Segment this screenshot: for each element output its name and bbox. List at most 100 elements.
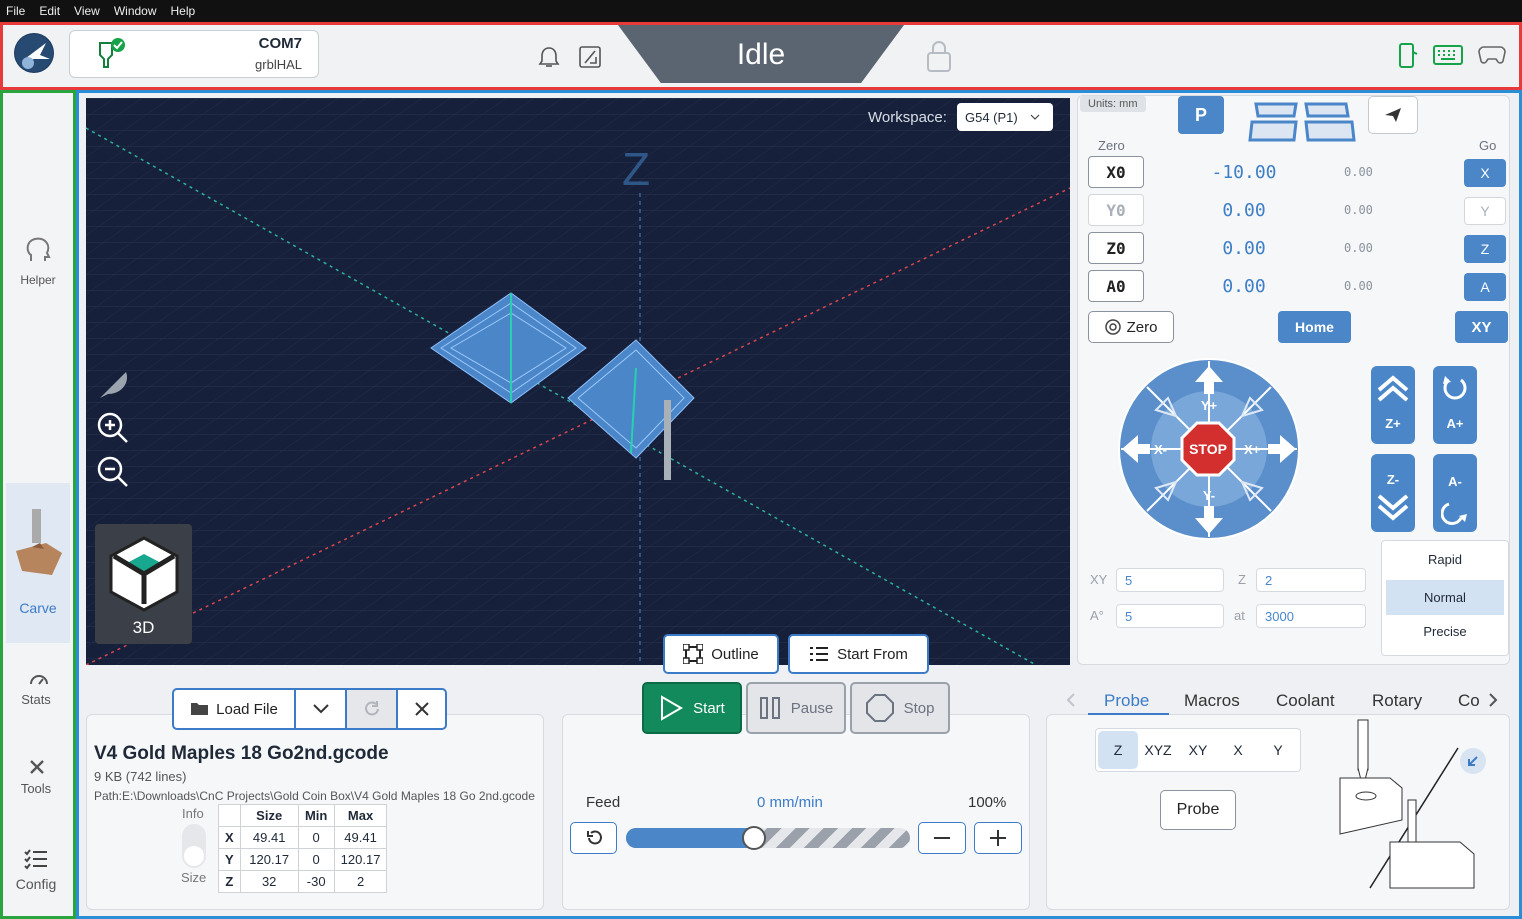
go-a-button[interactable]: A bbox=[1464, 273, 1506, 301]
menu-view[interactable]: View bbox=[74, 4, 100, 18]
tabs-scroll-right-icon[interactable] bbox=[1488, 692, 1498, 708]
table-cell: Y bbox=[218, 848, 241, 871]
feed-increase-button[interactable] bbox=[974, 822, 1022, 854]
keyboard-icon[interactable] bbox=[1433, 45, 1463, 65]
recent-files-dropdown[interactable] bbox=[294, 688, 347, 730]
port-label: COM7 bbox=[258, 35, 302, 52]
jog-z-minus-button[interactable]: Z- bbox=[1371, 454, 1415, 532]
table-header: Max bbox=[333, 804, 388, 827]
jog-x-plus-button[interactable]: X+ bbox=[1242, 432, 1300, 466]
feed-slider-knob[interactable] bbox=[741, 826, 766, 850]
tab-coolant[interactable]: Coolant bbox=[1276, 691, 1335, 711]
jog-a-input[interactable]: 5 bbox=[1116, 604, 1224, 628]
probe-axis-x[interactable]: X bbox=[1218, 731, 1258, 769]
firmware-label: grblHAL bbox=[255, 57, 302, 72]
view-3d-label: 3D bbox=[132, 618, 155, 637]
send-button[interactable] bbox=[1368, 96, 1418, 134]
zero-y-button[interactable]: Y0 bbox=[1088, 194, 1144, 226]
pause-button[interactable]: Pause bbox=[746, 682, 846, 734]
app-logo-icon[interactable] bbox=[14, 33, 54, 73]
probe-axis-y[interactable]: Y bbox=[1258, 731, 1298, 769]
jog-z-plus-button[interactable]: Z+ bbox=[1371, 366, 1415, 444]
helper-icon bbox=[26, 237, 51, 261]
nav-stats[interactable]: Stats bbox=[3, 670, 73, 710]
p-button[interactable]: P bbox=[1178, 96, 1224, 134]
tab-probe[interactable]: Probe bbox=[1104, 691, 1149, 711]
tabs-scroll-left-icon[interactable] bbox=[1066, 692, 1076, 708]
zoom-in-icon[interactable] bbox=[96, 411, 130, 445]
load-file-button[interactable]: Load File bbox=[172, 688, 296, 730]
arrow-left-icon bbox=[1122, 435, 1150, 463]
jog-y-plus-button[interactable]: Y+ bbox=[1184, 362, 1234, 420]
tool-change-icon[interactable] bbox=[578, 45, 602, 69]
jog-a-minus-label: A- bbox=[1448, 474, 1462, 489]
nav-config[interactable]: Config bbox=[3, 848, 73, 892]
jog-x-minus-button[interactable]: X- bbox=[1120, 432, 1176, 466]
connection-card[interactable]: COM7 grblHAL bbox=[69, 30, 319, 78]
probe-axis-xyz[interactable]: XYZ bbox=[1138, 731, 1178, 769]
zero-a-button[interactable]: A0 bbox=[1088, 270, 1144, 302]
menu-help[interactable]: Help bbox=[171, 4, 196, 18]
bell-icon[interactable] bbox=[538, 45, 560, 69]
close-file-button[interactable] bbox=[396, 688, 447, 730]
status-label: Idle bbox=[736, 38, 786, 71]
nav-carve[interactable]: Carve bbox=[6, 483, 70, 643]
3d-viewport[interactable]: Z Workspace: G54 (P1) 3D bbox=[86, 98, 1070, 665]
start-from-button[interactable]: Start From bbox=[788, 634, 929, 674]
jog-y-minus-button[interactable]: Y- bbox=[1184, 484, 1234, 540]
stop-button[interactable]: Stop bbox=[850, 682, 950, 734]
feed-slider[interactable] bbox=[626, 828, 910, 848]
go-z-button[interactable]: Z bbox=[1464, 235, 1506, 263]
reload-file-button[interactable] bbox=[345, 688, 398, 730]
tab-macros[interactable]: Macros bbox=[1184, 691, 1240, 711]
start-button[interactable]: Start bbox=[642, 682, 742, 734]
zero-x-button[interactable]: X0 bbox=[1088, 156, 1144, 188]
double-chevron-down-icon bbox=[1377, 494, 1409, 521]
probe-axis-z[interactable]: Z bbox=[1098, 731, 1138, 769]
jog-a-minus-button[interactable]: A- bbox=[1433, 454, 1477, 532]
reset-icon bbox=[586, 830, 602, 845]
go-xy-button[interactable]: XY bbox=[1455, 311, 1508, 343]
feed-decrease-button[interactable] bbox=[918, 822, 966, 854]
gamepad-icon[interactable] bbox=[1478, 45, 1506, 65]
go-x-button[interactable]: X bbox=[1464, 159, 1506, 187]
go-y-button[interactable]: Y bbox=[1464, 197, 1506, 225]
lock-icon[interactable] bbox=[925, 38, 953, 74]
table-header bbox=[218, 804, 241, 827]
probe-collapse-button[interactable] bbox=[1460, 748, 1486, 774]
menu-edit[interactable]: Edit bbox=[39, 4, 60, 18]
a-work-coord: 0.00 bbox=[1222, 276, 1266, 297]
table-cell: 2 bbox=[333, 870, 388, 893]
feather-icon[interactable] bbox=[96, 366, 132, 402]
feed-reset-button[interactable] bbox=[570, 822, 617, 854]
probe-button[interactable]: Probe bbox=[1160, 790, 1236, 830]
feed-slider-fill bbox=[626, 828, 754, 848]
jog-a-plus-button[interactable]: A+ bbox=[1433, 366, 1477, 444]
probe-axis-xy[interactable]: XY bbox=[1178, 731, 1218, 769]
speed-precise[interactable]: Precise bbox=[1386, 624, 1504, 639]
outline-label: Outline bbox=[711, 645, 759, 663]
jog-xy-input[interactable]: 5 bbox=[1116, 568, 1224, 592]
info-size-toggle[interactable] bbox=[182, 824, 206, 868]
speed-normal[interactable]: Normal bbox=[1386, 580, 1504, 615]
tab-overflow[interactable]: Co bbox=[1458, 691, 1480, 711]
jog-feed-input[interactable]: 3000 bbox=[1256, 604, 1366, 628]
jog-z-input[interactable]: 2 bbox=[1256, 568, 1366, 592]
zoom-out-icon[interactable] bbox=[96, 455, 130, 489]
menu-file[interactable]: File bbox=[6, 4, 25, 18]
jog-stop-button[interactable]: STOP bbox=[1180, 421, 1236, 477]
speed-rapid[interactable]: Rapid bbox=[1386, 552, 1504, 567]
menu-window[interactable]: Window bbox=[114, 4, 157, 18]
nav-helper[interactable]: Helper bbox=[3, 235, 73, 295]
arrow-down-icon bbox=[1195, 506, 1223, 534]
zero-z-button[interactable]: Z0 bbox=[1088, 232, 1144, 264]
phone-remote-icon[interactable] bbox=[1396, 42, 1418, 70]
workspace-select[interactable]: G54 (P1) bbox=[957, 103, 1053, 131]
home-button[interactable]: Home bbox=[1278, 311, 1351, 343]
view-cube-button[interactable]: 3D bbox=[95, 524, 192, 644]
nav-tools[interactable]: Tools bbox=[3, 758, 73, 798]
outline-button[interactable]: Outline bbox=[663, 634, 779, 674]
tab-rotary[interactable]: Rotary bbox=[1372, 691, 1422, 711]
workspace-value: G54 (P1) bbox=[965, 109, 1018, 125]
zero-all-button[interactable]: Zero bbox=[1088, 311, 1174, 343]
